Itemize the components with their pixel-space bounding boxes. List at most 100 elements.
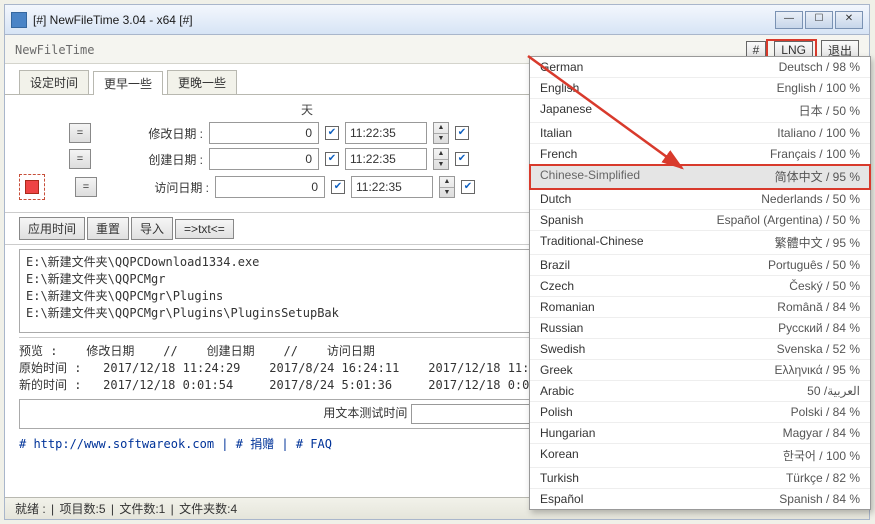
language-native: Polski / 84 % [791, 405, 860, 419]
language-name: German [540, 60, 779, 74]
language-item[interactable]: Japanese日本 / 50 % [530, 99, 870, 123]
language-native: Italiano / 100 % [777, 126, 860, 140]
language-native: 한국어 / 100 % [783, 447, 860, 464]
modify-equal-button[interactable]: = [69, 123, 91, 143]
create-equal-button[interactable]: = [69, 149, 91, 169]
language-item[interactable]: HungarianMagyar / 84 % [530, 423, 870, 444]
language-native: Español (Argentina) / 50 % [717, 213, 860, 227]
language-item[interactable]: TurkishTürkçe / 82 % [530, 468, 870, 489]
language-name: Polish [540, 405, 791, 419]
language-item[interactable]: GreekΕλληνικά / 95 % [530, 360, 870, 381]
days-label: 天 [247, 101, 367, 118]
language-item[interactable]: Korean한국어 / 100 % [530, 444, 870, 468]
reset-button[interactable]: 重置 [87, 217, 129, 240]
status-files: 文件数:1 [119, 502, 165, 516]
close-button[interactable]: ✕ [835, 11, 863, 29]
language-item[interactable]: BrazilPortuguês / 50 % [530, 255, 870, 276]
modify-time-spinner[interactable]: ▲▼ [433, 122, 449, 144]
language-item[interactable]: Traditional-Chinese繁體中文 / 95 % [530, 231, 870, 255]
language-name: Greek [540, 363, 775, 377]
status-ready: 就绪 : [15, 502, 46, 516]
access-label: 访问日期 : [137, 179, 209, 196]
language-native: Spanish / 84 % [779, 492, 860, 506]
language-name: Italian [540, 126, 777, 140]
language-item[interactable]: PolishPolski / 84 % [530, 402, 870, 423]
language-item[interactable]: SpanishEspañol (Argentina) / 50 % [530, 210, 870, 231]
language-item[interactable]: Chinese-Simplified简体中文 / 95 % [530, 165, 870, 189]
modify-time-checkbox[interactable]: ✔ [325, 126, 339, 140]
modify-time-input[interactable]: 11:22:35 [345, 122, 427, 144]
language-item[interactable]: RussianРусский / 84 % [530, 318, 870, 339]
language-item[interactable]: ItalianItaliano / 100 % [530, 123, 870, 144]
language-menu[interactable]: GermanDeutsch / 98 %EnglishEnglish / 100… [529, 56, 871, 510]
language-native: العربية/ 50 [807, 384, 860, 398]
maximize-button[interactable]: ☐ [805, 11, 833, 29]
language-name: Chinese-Simplified [540, 168, 775, 185]
language-native: Română / 84 % [777, 300, 860, 314]
warning-icon [19, 174, 45, 200]
language-native: Deutsch / 98 % [779, 60, 860, 74]
create-label: 创建日期 : [131, 151, 203, 168]
language-name: Hungarian [540, 426, 783, 440]
language-item[interactable]: SwedishSvenska / 52 % [530, 339, 870, 360]
language-name: French [540, 147, 770, 161]
language-native: Nederlands / 50 % [761, 192, 860, 206]
status-folders: 文件夹数:4 [179, 502, 237, 516]
language-name: English [540, 81, 777, 95]
test-label: 用文本测试时间 [323, 406, 407, 420]
app-name: NewFileTime [15, 43, 742, 57]
modify-enable-checkbox[interactable]: ✔ [455, 126, 469, 140]
tab-set-time[interactable]: 设定时间 [19, 70, 89, 94]
create-time-spinner[interactable]: ▲▼ [433, 148, 449, 170]
language-name: Swedish [540, 342, 777, 356]
tab-earlier[interactable]: 更早一些 [93, 71, 163, 95]
language-item[interactable]: EspañolSpanish / 84 % [530, 489, 870, 509]
language-item[interactable]: FrenchFrançais / 100 % [530, 144, 870, 165]
modify-label: 修改日期 : [131, 125, 203, 142]
access-time-checkbox[interactable]: ✔ [331, 180, 345, 194]
create-time-input[interactable]: 11:22:35 [345, 148, 427, 170]
minimize-button[interactable]: — [775, 11, 803, 29]
access-days-input[interactable]: 0 [215, 176, 325, 198]
create-days-input[interactable]: 0 [209, 148, 319, 170]
language-name: Turkish [540, 471, 786, 485]
language-native: Ελληνικά / 95 % [775, 363, 861, 377]
language-name: Español [540, 492, 779, 506]
access-equal-button[interactable]: = [75, 177, 97, 197]
import-button[interactable]: 导入 [131, 217, 173, 240]
access-enable-checkbox[interactable]: ✔ [461, 180, 475, 194]
access-time-spinner[interactable]: ▲▼ [439, 176, 455, 198]
app-icon [11, 12, 27, 28]
tab-later[interactable]: 更晚一些 [167, 70, 237, 94]
language-native: Русский / 84 % [778, 321, 860, 335]
language-name: Spanish [540, 213, 717, 227]
export-txt-button[interactable]: =>txt<= [175, 219, 234, 239]
language-name: Brazil [540, 258, 768, 272]
language-item[interactable]: DutchNederlands / 50 % [530, 189, 870, 210]
create-enable-checkbox[interactable]: ✔ [455, 152, 469, 166]
language-name: Traditional-Chinese [540, 234, 775, 251]
modify-days-input[interactable]: 0 [209, 122, 319, 144]
language-item[interactable]: RomanianRomână / 84 % [530, 297, 870, 318]
language-name: Japanese [540, 102, 799, 119]
language-native: Svenska / 52 % [777, 342, 860, 356]
language-native: Magyar / 84 % [783, 426, 860, 440]
language-native: English / 100 % [777, 81, 860, 95]
language-item[interactable]: Arabicالعربية/ 50 [530, 381, 870, 402]
language-item[interactable]: CzechČeský / 50 % [530, 276, 870, 297]
language-name: Arabic [540, 384, 807, 398]
language-native: Český / 50 % [789, 279, 860, 293]
access-time-input[interactable]: 11:22:35 [351, 176, 433, 198]
title-bar[interactable]: [#] NewFileTime 3.04 - x64 [#] — ☐ ✕ [5, 5, 869, 35]
language-item[interactable]: EnglishEnglish / 100 % [530, 78, 870, 99]
apply-button[interactable]: 应用时间 [19, 217, 85, 240]
window-title: [#] NewFileTime 3.04 - x64 [#] [33, 13, 775, 27]
language-name: Romanian [540, 300, 777, 314]
language-native: Français / 100 % [770, 147, 860, 161]
create-time-checkbox[interactable]: ✔ [325, 152, 339, 166]
language-name: Russian [540, 321, 778, 335]
language-native: 繁體中文 / 95 % [775, 234, 860, 251]
language-item[interactable]: GermanDeutsch / 98 % [530, 57, 870, 78]
language-name: Czech [540, 279, 789, 293]
language-native: Português / 50 % [768, 258, 860, 272]
